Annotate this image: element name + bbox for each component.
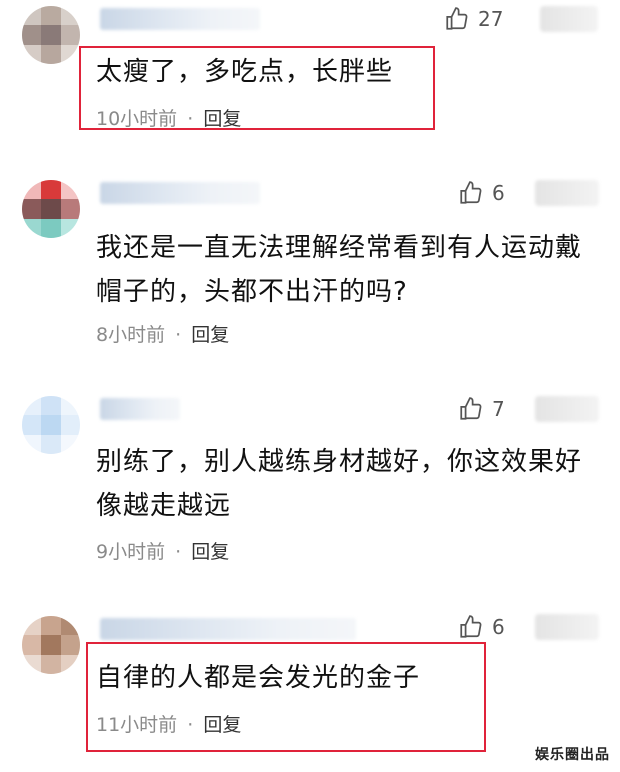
like-count: 6: [492, 181, 505, 205]
like-button[interactable]: 7: [458, 396, 505, 422]
comment-meta: 9小时前 · 回复: [96, 537, 229, 564]
thumbs-up-icon: [460, 181, 482, 204]
highlight-box: [79, 46, 435, 130]
username[interactable]: [100, 618, 356, 640]
separator: ·: [175, 541, 182, 563]
thumbs-up-icon: [460, 397, 482, 420]
reply-button[interactable]: 回复: [191, 541, 229, 563]
like-button[interactable]: 6: [458, 614, 505, 640]
thumbs-up-icon: [460, 615, 482, 638]
username[interactable]: [100, 8, 260, 30]
highlight-box: [86, 642, 486, 752]
avatar[interactable]: [22, 180, 80, 238]
separator: ·: [175, 324, 182, 346]
like-count: 27: [478, 7, 504, 31]
thumbs-up-icon: [446, 7, 468, 30]
more-options[interactable]: [535, 614, 599, 640]
like-button[interactable]: 6: [458, 180, 505, 206]
more-options[interactable]: [535, 396, 599, 422]
like-count: 7: [492, 397, 505, 421]
more-options[interactable]: [535, 180, 599, 206]
username[interactable]: [100, 398, 180, 420]
comment-text: 我还是一直无法理解经常看到有人运动戴帽子的，头都不出汗的吗?: [96, 233, 583, 307]
comment-text: 别练了，别人越练身材越好，你这效果好像越走越远: [96, 447, 583, 521]
watermark: 娱乐圈出品: [535, 747, 610, 763]
like-count: 6: [492, 615, 505, 639]
avatar[interactable]: [22, 6, 80, 64]
timestamp: 9小时前: [96, 541, 166, 563]
comment-meta: 8小时前 · 回复: [96, 320, 229, 347]
username[interactable]: [100, 182, 260, 204]
avatar[interactable]: [22, 396, 80, 454]
like-button[interactable]: 27: [444, 6, 503, 32]
reply-button[interactable]: 回复: [191, 324, 229, 346]
avatar[interactable]: [22, 616, 80, 674]
timestamp: 8小时前: [96, 324, 166, 346]
more-options[interactable]: [540, 6, 598, 32]
